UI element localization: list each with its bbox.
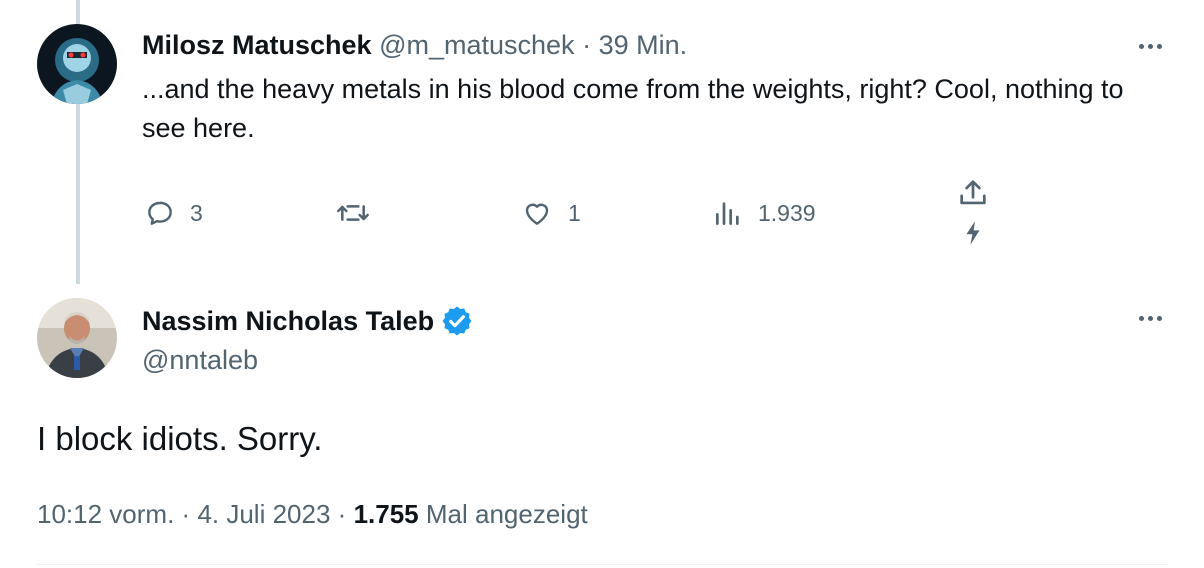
timestamp[interactable]: 39 Min.	[599, 30, 688, 60]
reply-icon	[148, 201, 172, 225]
author-row: Nassim Nicholas Taleb	[142, 304, 474, 338]
retweet-button[interactable]	[335, 197, 385, 229]
avatar[interactable]	[37, 24, 117, 104]
verified-badge-icon[interactable]	[440, 304, 474, 338]
more-icon-dot	[1138, 315, 1144, 321]
avatar-image	[37, 24, 117, 104]
more-options-button[interactable]	[1130, 308, 1170, 328]
author-name[interactable]: Nassim Nicholas Taleb	[142, 306, 434, 337]
reply-count: 3	[190, 199, 203, 226]
more-options-button[interactable]	[1130, 36, 1170, 56]
meta-separator: ·	[337, 499, 347, 529]
like-count: 1	[568, 199, 581, 226]
view-label: Mal angezeigt	[425, 499, 588, 529]
views-icon	[716, 202, 739, 225]
author-handle[interactable]: @nntaleb	[142, 345, 258, 376]
reply-tweet[interactable]: Milosz Matuschek @m_matuschek · 39 Min. …	[0, 0, 1204, 284]
tweet-meta: 10:12 vorm. · 4. Juli 2023 · 1.755 Mal a…	[37, 499, 588, 530]
timestamp[interactable]: 10:12 vorm.	[37, 499, 174, 529]
share-icon[interactable]	[956, 176, 990, 210]
header-separator: ·	[582, 30, 592, 60]
author-name[interactable]: Milosz Matuschek	[142, 30, 372, 60]
avatar-image	[37, 298, 117, 378]
more-icon-dot	[1156, 43, 1162, 49]
reply-header: Milosz Matuschek @m_matuschek · 39 Min.	[142, 30, 687, 61]
more-icon-dot	[1147, 315, 1153, 321]
tweet-text: I block idiots. Sorry.	[37, 420, 323, 457]
retweet-icon	[337, 205, 369, 221]
views-count: 1.939	[758, 199, 816, 226]
author-handle[interactable]: @m_matuschek	[379, 30, 574, 60]
share-actions	[956, 176, 990, 246]
main-tweet[interactable]: Nassim Nicholas Taleb @nntaleb I block i…	[0, 284, 1204, 568]
more-icon-dot	[1156, 315, 1162, 321]
more-icon-dot	[1138, 43, 1144, 49]
like-icon	[525, 203, 549, 225]
more-icon-dot	[1147, 43, 1153, 49]
reply-button[interactable]: 3	[144, 197, 203, 229]
tweet-text: ...and the heavy metals in his blood com…	[142, 74, 1124, 143]
view-count: 1.755	[353, 499, 419, 529]
date[interactable]: 4. Juli 2023	[197, 499, 330, 529]
views-button[interactable]: 1.939	[712, 197, 816, 229]
meta-separator: ·	[181, 499, 191, 529]
avatar[interactable]	[37, 298, 117, 378]
divider	[37, 564, 1168, 565]
like-button[interactable]: 1	[520, 197, 581, 229]
flash-icon[interactable]	[962, 220, 984, 246]
